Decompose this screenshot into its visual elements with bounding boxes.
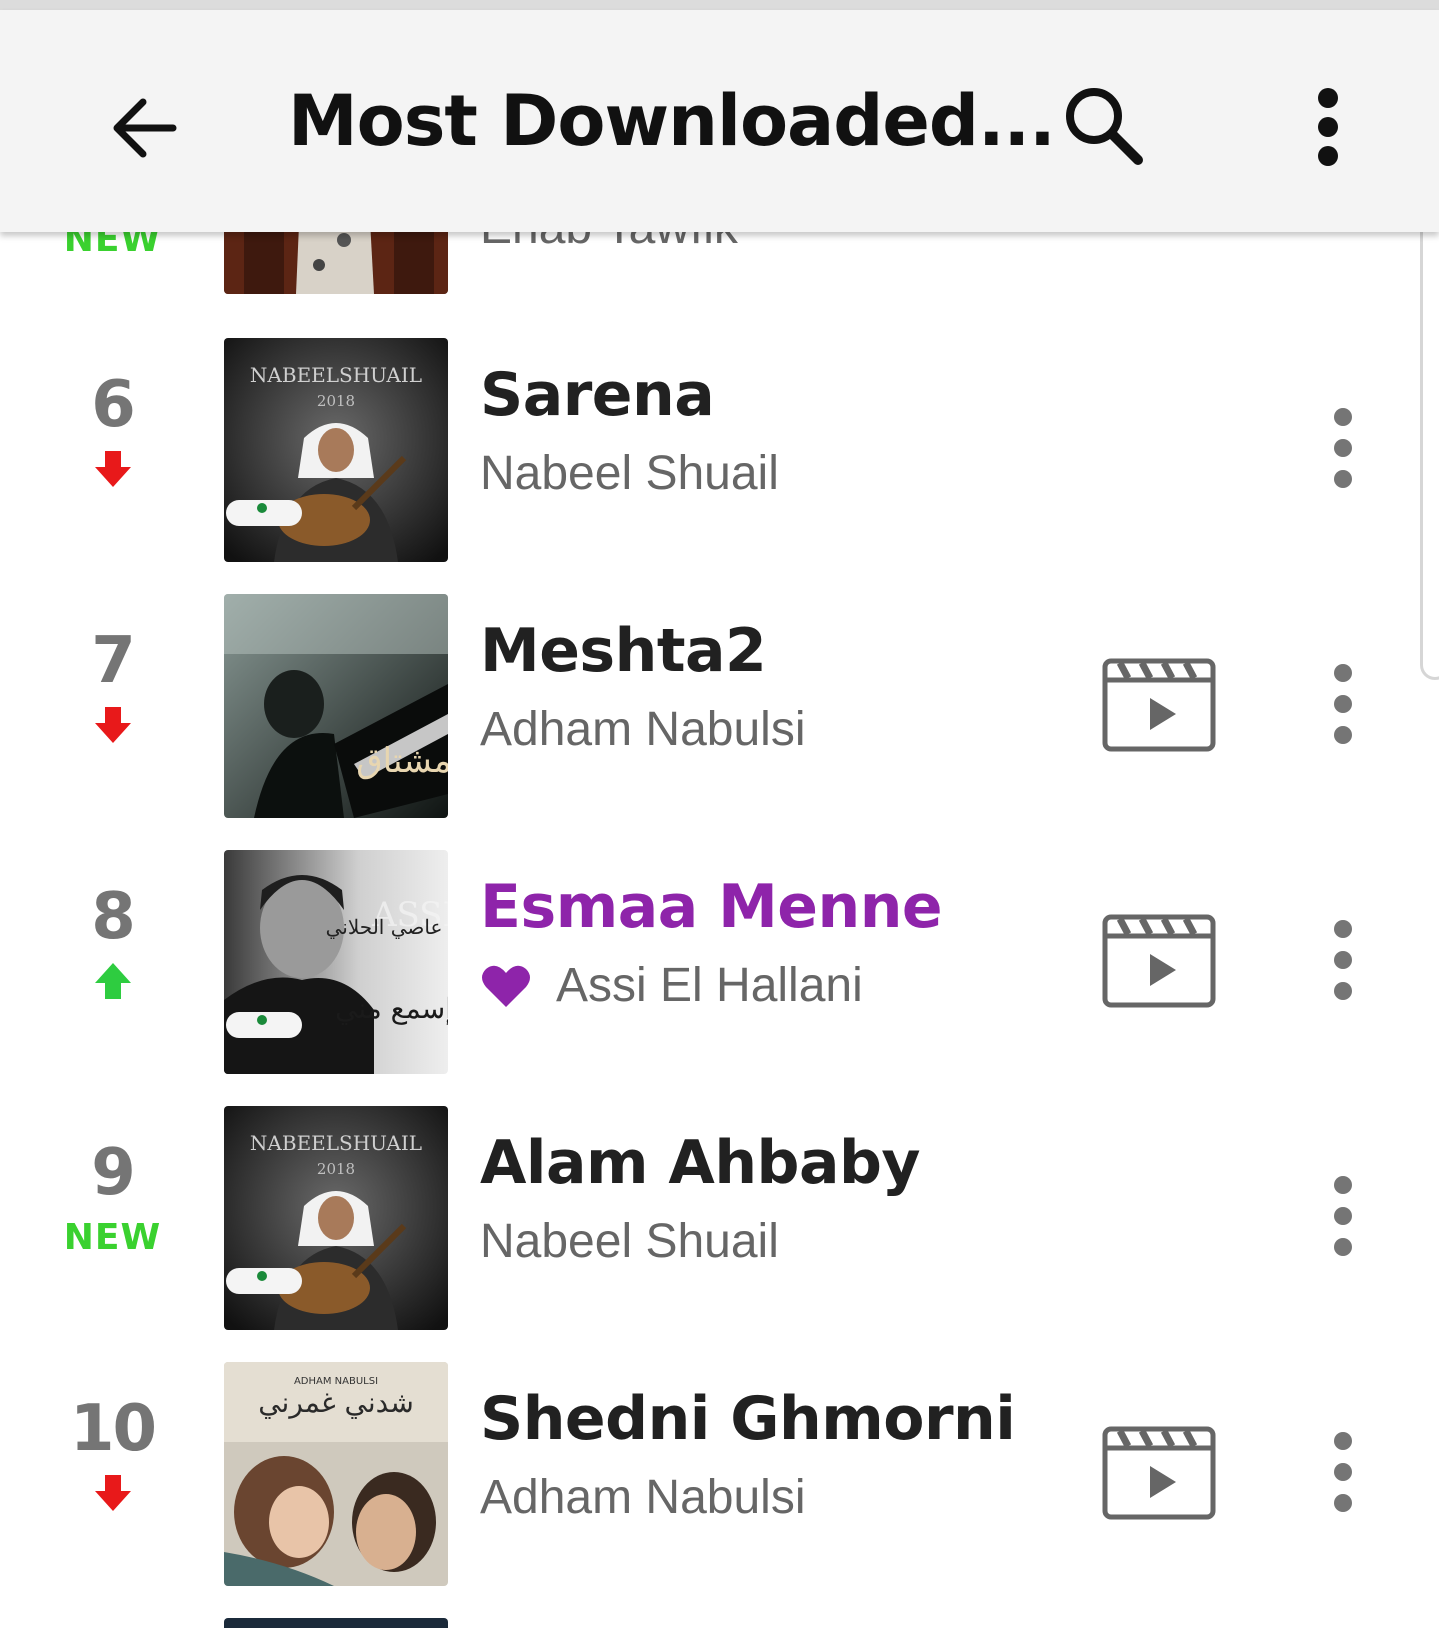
song-title: Meshta2 [480,616,767,686]
item-more-button[interactable] [1318,1432,1368,1512]
song-title: Alam Ahbaby [480,1128,921,1198]
rank-cell: 8 [40,882,185,1006]
rank-new-indicator: NEW [40,1212,185,1262]
rank-down-indicator [40,444,185,494]
song-artist-row: Assi El Hallani [480,958,863,1013]
song-list[interactable]: NEW Ehab Tawfik 6 [0,0,1439,1628]
album-art[interactable]: NABEELSHUAIL 2018 [224,1106,448,1330]
song-title: Esmaa Menne [480,872,943,942]
song-artist: Adham Nabulsi [480,703,806,756]
album-art[interactable]: NABEELSHUAIL 2018 [224,338,448,562]
svg-text:2018: 2018 [317,392,355,410]
song-title: Sarena [480,360,715,430]
item-more-button[interactable] [1318,920,1368,1000]
list-item[interactable]: 8 ASSI عاصي الحلاني إسمع مني Esmaa Menne [0,832,1439,1088]
album-art[interactable]: ADHAM NABULSI شدني غمرني [224,1362,448,1586]
rank-number: 8 [91,880,136,954]
list-item[interactable]: 6 NABEELSHUAIL 2018 Sarena Nabeel Shuail [0,320,1439,576]
rank-cell: 10 [40,1394,185,1518]
arrow-left-icon[interactable] [105,88,185,168]
rank-up-indicator [40,956,185,1006]
rank-down-indicator [40,1468,185,1518]
song-artist: Assi El Hallani [556,959,863,1012]
app-bar: Most Downloaded... [0,10,1439,232]
album-art[interactable]: مشتاق [224,594,448,818]
arrow-down-icon [94,707,131,743]
item-more-button[interactable] [1318,1176,1368,1256]
album-art-partial[interactable] [224,1618,448,1628]
song-artist: Nabeel Shuail [480,447,779,500]
svg-text:مشتاق: مشتاق [356,741,448,781]
video-clip-icon[interactable] [1102,658,1216,752]
svg-text:عاصي الحلاني: عاصي الحلاني [326,915,443,939]
song-title: Shedni Ghmorni [480,1384,1016,1454]
arrow-down-icon [94,451,131,487]
svg-text:NABEELSHUAIL: NABEELSHUAIL [250,363,422,387]
song-artist: Adham Nabulsi [480,1471,806,1524]
page-title: Most Downloaded... [288,80,1056,162]
rank-number: 6 [91,368,136,442]
arrow-down-icon [94,1475,131,1511]
album-art[interactable]: ASSI عاصي الحلاني إسمع مني [224,850,448,1074]
rank-down-indicator [40,700,185,750]
new-badge: NEW [63,1216,162,1258]
song-artist: Nabeel Shuail [480,1215,779,1268]
list-item[interactable]: 10 ADHAM NABULSI شدني غمرني Shedni Ghmor… [0,1344,1439,1600]
more-vert-icon[interactable] [1310,88,1346,166]
list-item[interactable]: 7 مشتاق Meshta2 Adham Nabulsi [0,576,1439,832]
video-clip-icon[interactable] [1102,914,1216,1008]
arrow-up-icon [94,963,131,999]
svg-text:شدني غمرني: شدني غمرني [258,1386,414,1419]
rank-cell: 9 NEW [40,1138,185,1262]
item-more-button[interactable] [1318,664,1368,744]
svg-text:NABEELSHUAIL: NABEELSHUAIL [250,1131,422,1155]
rank-cell: 7 [40,626,185,750]
heart-icon[interactable] [480,963,532,1009]
search-icon[interactable] [1062,84,1146,168]
svg-text:2018: 2018 [317,1160,355,1178]
rank-cell: 6 [40,370,185,494]
fast-scroll-handle[interactable] [1420,204,1439,680]
svg-text:إسمع مني: إسمع مني [335,992,448,1025]
rank-number: 9 [91,1136,136,1210]
video-clip-icon[interactable] [1102,1426,1216,1520]
rank-number: 10 [69,1392,157,1466]
rank-number: 7 [91,624,136,698]
list-item[interactable]: 9 NEW NABEELSHUAIL 2018 Alam Ahbaby Nabe… [0,1088,1439,1344]
item-more-button[interactable] [1318,408,1368,488]
